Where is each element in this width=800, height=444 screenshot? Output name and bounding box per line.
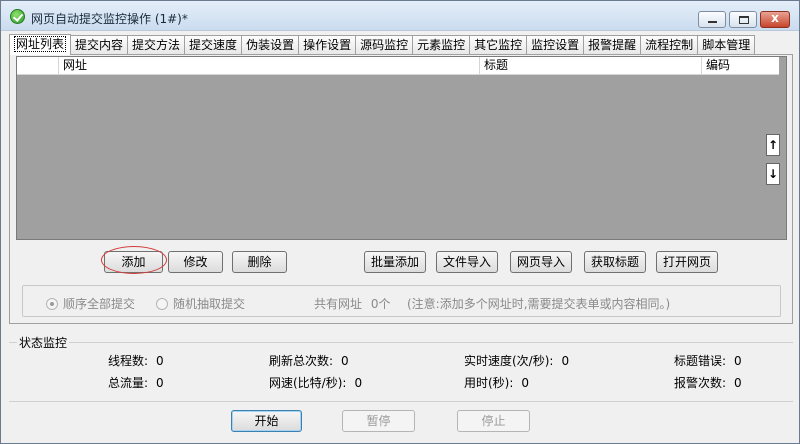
stat-refresh-total: 刷新总次数: 0 [269, 352, 349, 369]
tab-url-list[interactable]: 网址列表 [9, 34, 72, 55]
delete-button[interactable]: 删除 [232, 251, 287, 273]
stat-realtime-speed: 实时速度(次/秒): 0 [464, 352, 569, 369]
radio-random-indicator[interactable] [156, 297, 168, 310]
tab-alarm-reminder[interactable]: 报警提醒 [583, 35, 642, 54]
import-file-button[interactable]: 文件导入 [436, 251, 498, 273]
status-section-title: 状态监控 [17, 334, 70, 351]
import-web-button[interactable]: 网页导入 [510, 251, 572, 273]
url-list-table[interactable]: 网址 标题 编码 ↑ ↓ [16, 56, 787, 240]
url-count: 共有网址 0个 [314, 295, 390, 312]
tab-source-monitor[interactable]: 源码监控 [355, 35, 414, 54]
tab-element-monitor[interactable]: 元素监控 [412, 35, 471, 54]
radio-random-submit[interactable]: 随机抽取提交 [156, 295, 245, 312]
tab-flow-control[interactable]: 流程控制 [640, 35, 699, 54]
column-header-index[interactable] [17, 57, 59, 75]
app-check-icon [10, 9, 25, 24]
tab-other-monitor[interactable]: 其它监控 [469, 35, 528, 54]
stat-label: 网速(比特/秒): [269, 376, 347, 390]
radio-sequential-label: 顺序全部提交 [63, 297, 136, 311]
move-up-button[interactable]: ↑ [766, 134, 780, 156]
maximize-icon [739, 16, 749, 24]
add-button-highlight [101, 246, 167, 274]
submit-hint: (注意:添加多个网址时,需要提交表单或内容相同。) [407, 297, 671, 311]
tab-disguise-settings[interactable]: 伪装设置 [241, 35, 300, 54]
tab-submit-content[interactable]: 提交内容 [70, 35, 129, 54]
start-button[interactable]: 开始 [231, 410, 302, 432]
tab-operation-settings[interactable]: 操作设置 [298, 35, 357, 54]
radio-sequential-submit[interactable]: 顺序全部提交 [46, 295, 135, 312]
tab-submit-speed[interactable]: 提交速度 [184, 35, 243, 54]
minimize-button[interactable] [698, 11, 726, 28]
stat-value: 0 [156, 354, 164, 368]
stat-value: 0 [561, 354, 570, 368]
url-list-header: 网址 标题 编码 [17, 57, 779, 75]
window-title: 网页自动提交监控操作 (1#)* [31, 12, 188, 26]
stat-value: 0 [734, 376, 742, 390]
column-header-url[interactable]: 网址 [59, 57, 480, 75]
stat-value: 0 [354, 376, 363, 390]
stat-thread-count: 线程数: 0 [108, 352, 164, 369]
stat-label: 线程数: [108, 354, 149, 368]
close-icon: x [771, 11, 779, 25]
stat-value: 0 [156, 376, 164, 390]
stat-label: 用时(秒): [464, 376, 514, 390]
column-header-encoding[interactable]: 编码 [702, 57, 779, 75]
app-window: 网页自动提交监控操作 (1#)* x 网址列表 提交内容 提交方法 提交速度 伪… [0, 0, 800, 444]
stat-title-errors: 标题错误: 0 [674, 352, 742, 369]
stat-value: 0 [521, 376, 530, 390]
stat-elapsed-time: 用时(秒): 0 [464, 374, 529, 391]
pause-button[interactable]: 暂停 [342, 410, 415, 432]
stat-value: 0 [341, 354, 349, 368]
status-divider [9, 342, 793, 343]
tab-strip: 网址列表 提交内容 提交方法 提交速度 伪装设置 操作设置 源码监控 元素监控 … [9, 34, 756, 55]
open-page-button[interactable]: 打开网页 [656, 251, 718, 273]
stat-label: 总流量: [108, 376, 149, 390]
minimize-icon [708, 21, 717, 23]
submit-mode-group: 顺序全部提交 随机抽取提交 共有网址 0个 (注意:添加多个网址时,需要提交表单… [22, 285, 781, 317]
stat-label: 报警次数: [674, 376, 727, 390]
batch-add-button[interactable]: 批量添加 [364, 251, 426, 273]
controls-divider [9, 401, 793, 402]
fetch-title-button[interactable]: 获取标题 [584, 251, 646, 273]
stat-alarm-count: 报警次数: 0 [674, 374, 742, 391]
maximize-button[interactable] [729, 11, 757, 28]
tab-submit-method[interactable]: 提交方法 [127, 35, 186, 54]
stat-label: 刷新总次数: [269, 354, 334, 368]
url-count-label: 共有网址 [314, 297, 363, 311]
stat-label: 实时速度(次/秒): [464, 354, 554, 368]
stop-button[interactable]: 停止 [457, 410, 530, 432]
column-header-title[interactable]: 标题 [480, 57, 702, 75]
move-down-button[interactable]: ↓ [766, 163, 780, 185]
stat-label: 标题错误: [674, 354, 727, 368]
tab-script-manager[interactable]: 脚本管理 [697, 35, 756, 54]
radio-sequential-indicator[interactable] [46, 297, 58, 310]
stat-value: 0 [734, 354, 742, 368]
url-count-value: 0个 [370, 297, 391, 311]
stat-total-traffic: 总流量: 0 [108, 374, 164, 391]
edit-button[interactable]: 修改 [168, 251, 223, 273]
tab-monitor-settings[interactable]: 监控设置 [526, 35, 585, 54]
title-bar[interactable]: 网页自动提交监控操作 (1#)* x [1, 1, 799, 31]
radio-random-label: 随机抽取提交 [173, 297, 246, 311]
stat-network-speed: 网速(比特/秒): 0 [269, 374, 362, 391]
close-button[interactable]: x [760, 11, 790, 28]
tab-label: 网址列表 [14, 36, 67, 52]
